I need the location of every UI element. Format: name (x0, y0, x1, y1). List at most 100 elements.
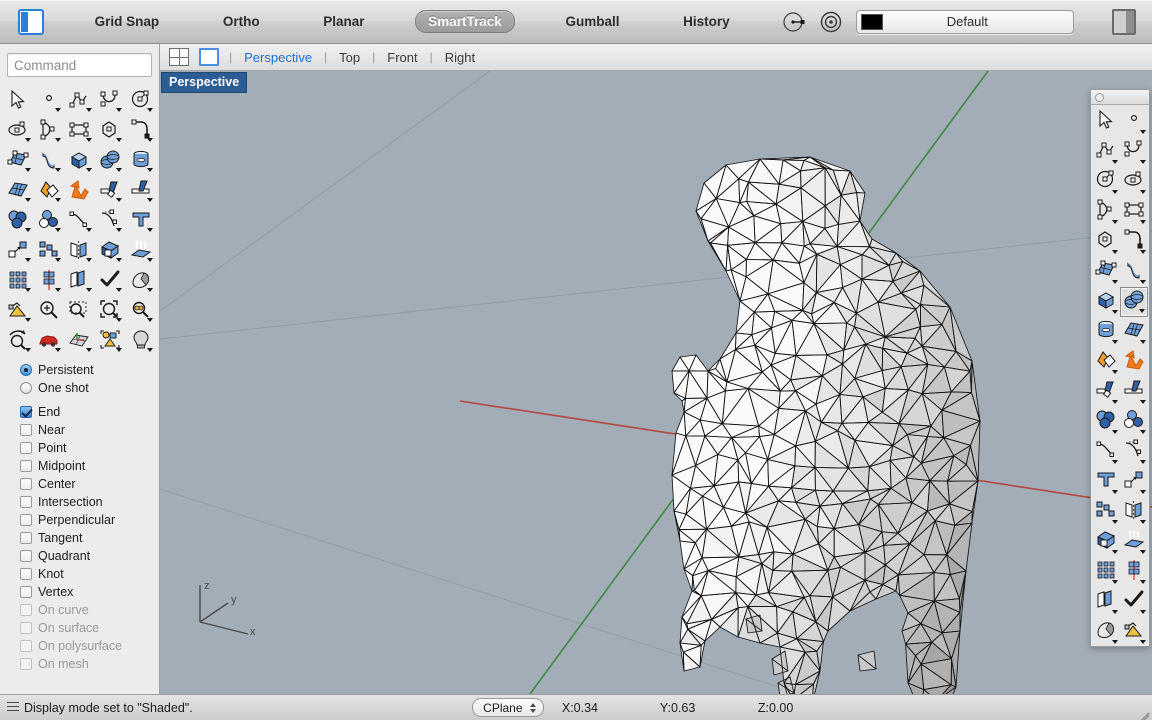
osnap-perpendicular[interactable]: Perpendicular (0, 511, 159, 529)
tool-flyout-arrow-icon[interactable] (85, 138, 92, 142)
tab-front[interactable]: Front (385, 50, 419, 65)
boolean-union-tool[interactable] (34, 175, 65, 205)
tool-flyout-arrow-icon[interactable] (1140, 220, 1146, 224)
checkbox-icon[interactable] (20, 442, 32, 454)
tool-flyout-arrow-icon[interactable] (24, 288, 31, 292)
tool-flyout-arrow-icon[interactable] (1112, 250, 1118, 254)
box-tool[interactable] (64, 145, 95, 175)
tool-flyout-arrow-icon[interactable] (1140, 430, 1146, 434)
circle-tool[interactable] (125, 85, 156, 115)
tool-flyout-arrow-icon[interactable] (147, 288, 153, 292)
tool-flyout-arrow-icon[interactable] (1140, 190, 1146, 194)
osnap-quadrant[interactable]: Quadrant (0, 547, 159, 565)
cap-holes-tool[interactable] (1092, 527, 1120, 557)
resize-grip-icon[interactable] (1135, 701, 1150, 720)
osnap-midpoint[interactable]: Midpoint (0, 457, 159, 475)
offset-curve-tool[interactable] (64, 205, 95, 235)
tool-flyout-arrow-icon[interactable] (85, 348, 92, 352)
zoom-in-tool[interactable] (34, 295, 65, 325)
extrude-surface-tool[interactable] (1120, 257, 1148, 287)
osnap-intersection[interactable]: Intersection (0, 493, 159, 511)
tool-flyout-arrow-icon[interactable] (85, 108, 92, 112)
tool-flyout-arrow-icon[interactable] (116, 228, 123, 232)
tool-flyout-arrow-icon[interactable] (116, 108, 123, 112)
point-tool[interactable] (34, 85, 65, 115)
polygon-tool[interactable] (1092, 227, 1120, 257)
tool-flyout-arrow-icon[interactable] (147, 138, 153, 142)
select-arrow-tool[interactable] (1092, 107, 1120, 137)
checkbox-icon[interactable] (20, 460, 32, 472)
boolean-intersection-tool[interactable] (34, 205, 65, 235)
tool-flyout-arrow-icon[interactable] (1140, 160, 1146, 164)
shade-tool[interactable] (125, 265, 156, 295)
tool-flyout-arrow-icon[interactable] (147, 108, 153, 112)
tool-flyout-arrow-icon[interactable] (1112, 610, 1118, 614)
tool-flyout-arrow-icon[interactable] (1112, 190, 1118, 194)
osnap-mode-persistent[interactable]: Persistent (0, 361, 159, 379)
extrude-direction-tool[interactable] (1120, 527, 1148, 557)
osnap-knot[interactable]: Knot (0, 565, 159, 583)
rectangle-tool[interactable] (64, 115, 95, 145)
tool-flyout-arrow-icon[interactable] (1140, 520, 1146, 524)
checkbox-icon[interactable] (20, 586, 32, 598)
light-tool[interactable] (125, 325, 156, 355)
viewport-canvas[interactable] (160, 71, 1152, 694)
layer-color-swatch[interactable] (861, 13, 884, 30)
tab-right[interactable]: Right (443, 50, 477, 65)
mirror-tool[interactable] (1120, 497, 1148, 527)
tool-flyout-arrow-icon[interactable] (85, 228, 92, 232)
osnap-point[interactable]: Point (0, 439, 159, 457)
tool-flyout-arrow-icon[interactable] (1140, 640, 1146, 644)
tool-flyout-arrow-icon[interactable] (1112, 490, 1118, 494)
tool-flyout-arrow-icon[interactable] (55, 168, 62, 172)
tool-flyout-arrow-icon[interactable] (1112, 280, 1118, 284)
zoom-window-tool[interactable] (64, 295, 95, 325)
zoom-extents-tool[interactable] (95, 295, 126, 325)
named-view-tool[interactable] (34, 325, 65, 355)
tool-flyout-arrow-icon[interactable] (1139, 309, 1145, 313)
osnap-end[interactable]: End (0, 403, 159, 421)
tool-flyout-arrow-icon[interactable] (1112, 400, 1118, 404)
osnap-target-icon[interactable] (780, 9, 806, 35)
checkbox-icon[interactable] (20, 424, 32, 436)
tool-flyout-arrow-icon[interactable] (1112, 460, 1118, 464)
render-tool[interactable] (3, 295, 34, 325)
tab-top[interactable]: Top (337, 50, 362, 65)
tool-flyout-arrow-icon[interactable] (147, 258, 153, 262)
fillet-curve-tool[interactable] (1120, 227, 1148, 257)
tool-flyout-arrow-icon[interactable] (24, 258, 31, 262)
offset-curve-tool[interactable] (1092, 437, 1120, 467)
shade-tool[interactable] (1092, 617, 1120, 647)
point-tool[interactable] (1120, 107, 1148, 137)
explode-tool[interactable] (64, 175, 95, 205)
tool-flyout-arrow-icon[interactable] (1112, 340, 1118, 344)
checkbox-icon[interactable] (20, 568, 32, 580)
mirror-tool[interactable] (64, 235, 95, 265)
tool-flyout-arrow-icon[interactable] (85, 258, 92, 262)
tool-flyout-arrow-icon[interactable] (55, 258, 62, 262)
tool-flyout-arrow-icon[interactable] (1140, 460, 1146, 464)
sphere-tool[interactable] (95, 145, 126, 175)
copy-tool[interactable] (64, 265, 95, 295)
extrude-direction-tool[interactable] (125, 235, 156, 265)
cylinder-tool[interactable] (125, 145, 156, 175)
mode-gumball[interactable]: Gumball (552, 10, 632, 33)
tool-flyout-arrow-icon[interactable] (85, 288, 92, 292)
osnap-mode-one-shot[interactable]: One shot (0, 379, 159, 397)
rotate-view-tool[interactable] (3, 325, 34, 355)
explode-tool[interactable] (1120, 347, 1148, 377)
tool-flyout-arrow-icon[interactable] (1140, 340, 1146, 344)
select-arrow-tool[interactable] (3, 85, 34, 115)
boolean-union-tool[interactable] (1092, 347, 1120, 377)
tab-perspective[interactable]: Perspective (242, 50, 314, 65)
command-input[interactable]: Command (7, 53, 152, 77)
boolean-difference-tool[interactable] (3, 205, 34, 235)
checkbox-icon[interactable] (20, 532, 32, 544)
curve-tool[interactable] (1120, 137, 1148, 167)
tool-flyout-arrow-icon[interactable] (116, 258, 123, 262)
tool-flyout-arrow-icon[interactable] (116, 168, 123, 172)
copy-tool[interactable] (1092, 587, 1120, 617)
tool-flyout-arrow-icon[interactable] (116, 198, 123, 202)
single-viewport-icon[interactable] (199, 48, 219, 66)
cylinder-tool[interactable] (1092, 317, 1120, 347)
